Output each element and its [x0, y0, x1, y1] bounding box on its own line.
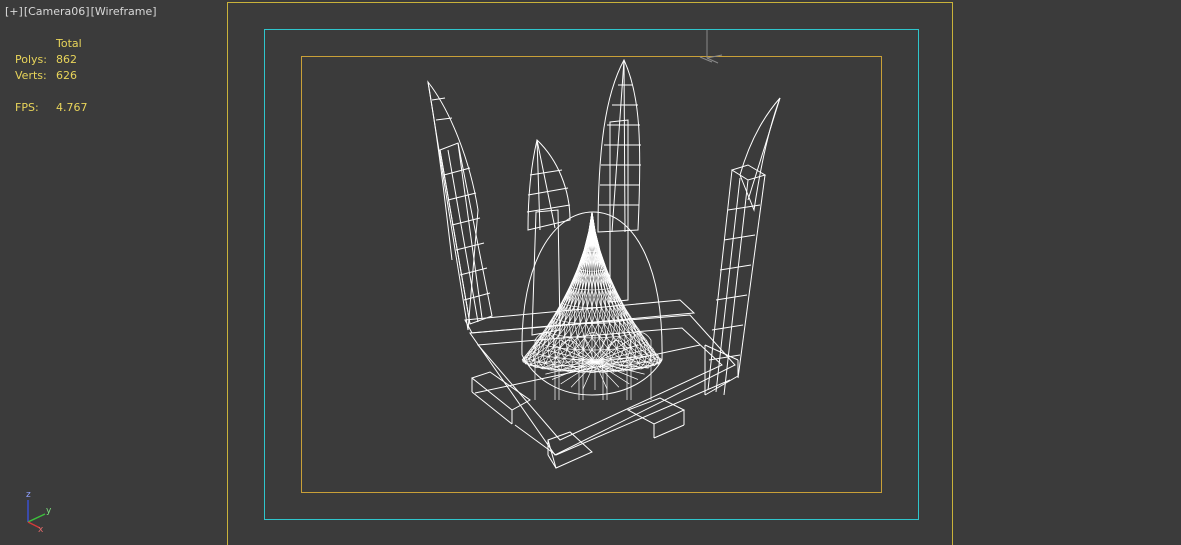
wireframe-scene[interactable]: z y x	[0, 0, 1181, 545]
axis-y-label: y	[46, 506, 52, 516]
axis-z-label: z	[26, 490, 31, 500]
dome-mesh	[521, 211, 663, 400]
axis-tripod-icon: z y x	[26, 490, 52, 535]
axis-x-label: x	[38, 525, 44, 535]
camera-target-icon	[699, 30, 723, 64]
camera-viewport[interactable]: [+][Camera06][Wireframe] Total Polys: 862…	[0, 0, 1181, 545]
